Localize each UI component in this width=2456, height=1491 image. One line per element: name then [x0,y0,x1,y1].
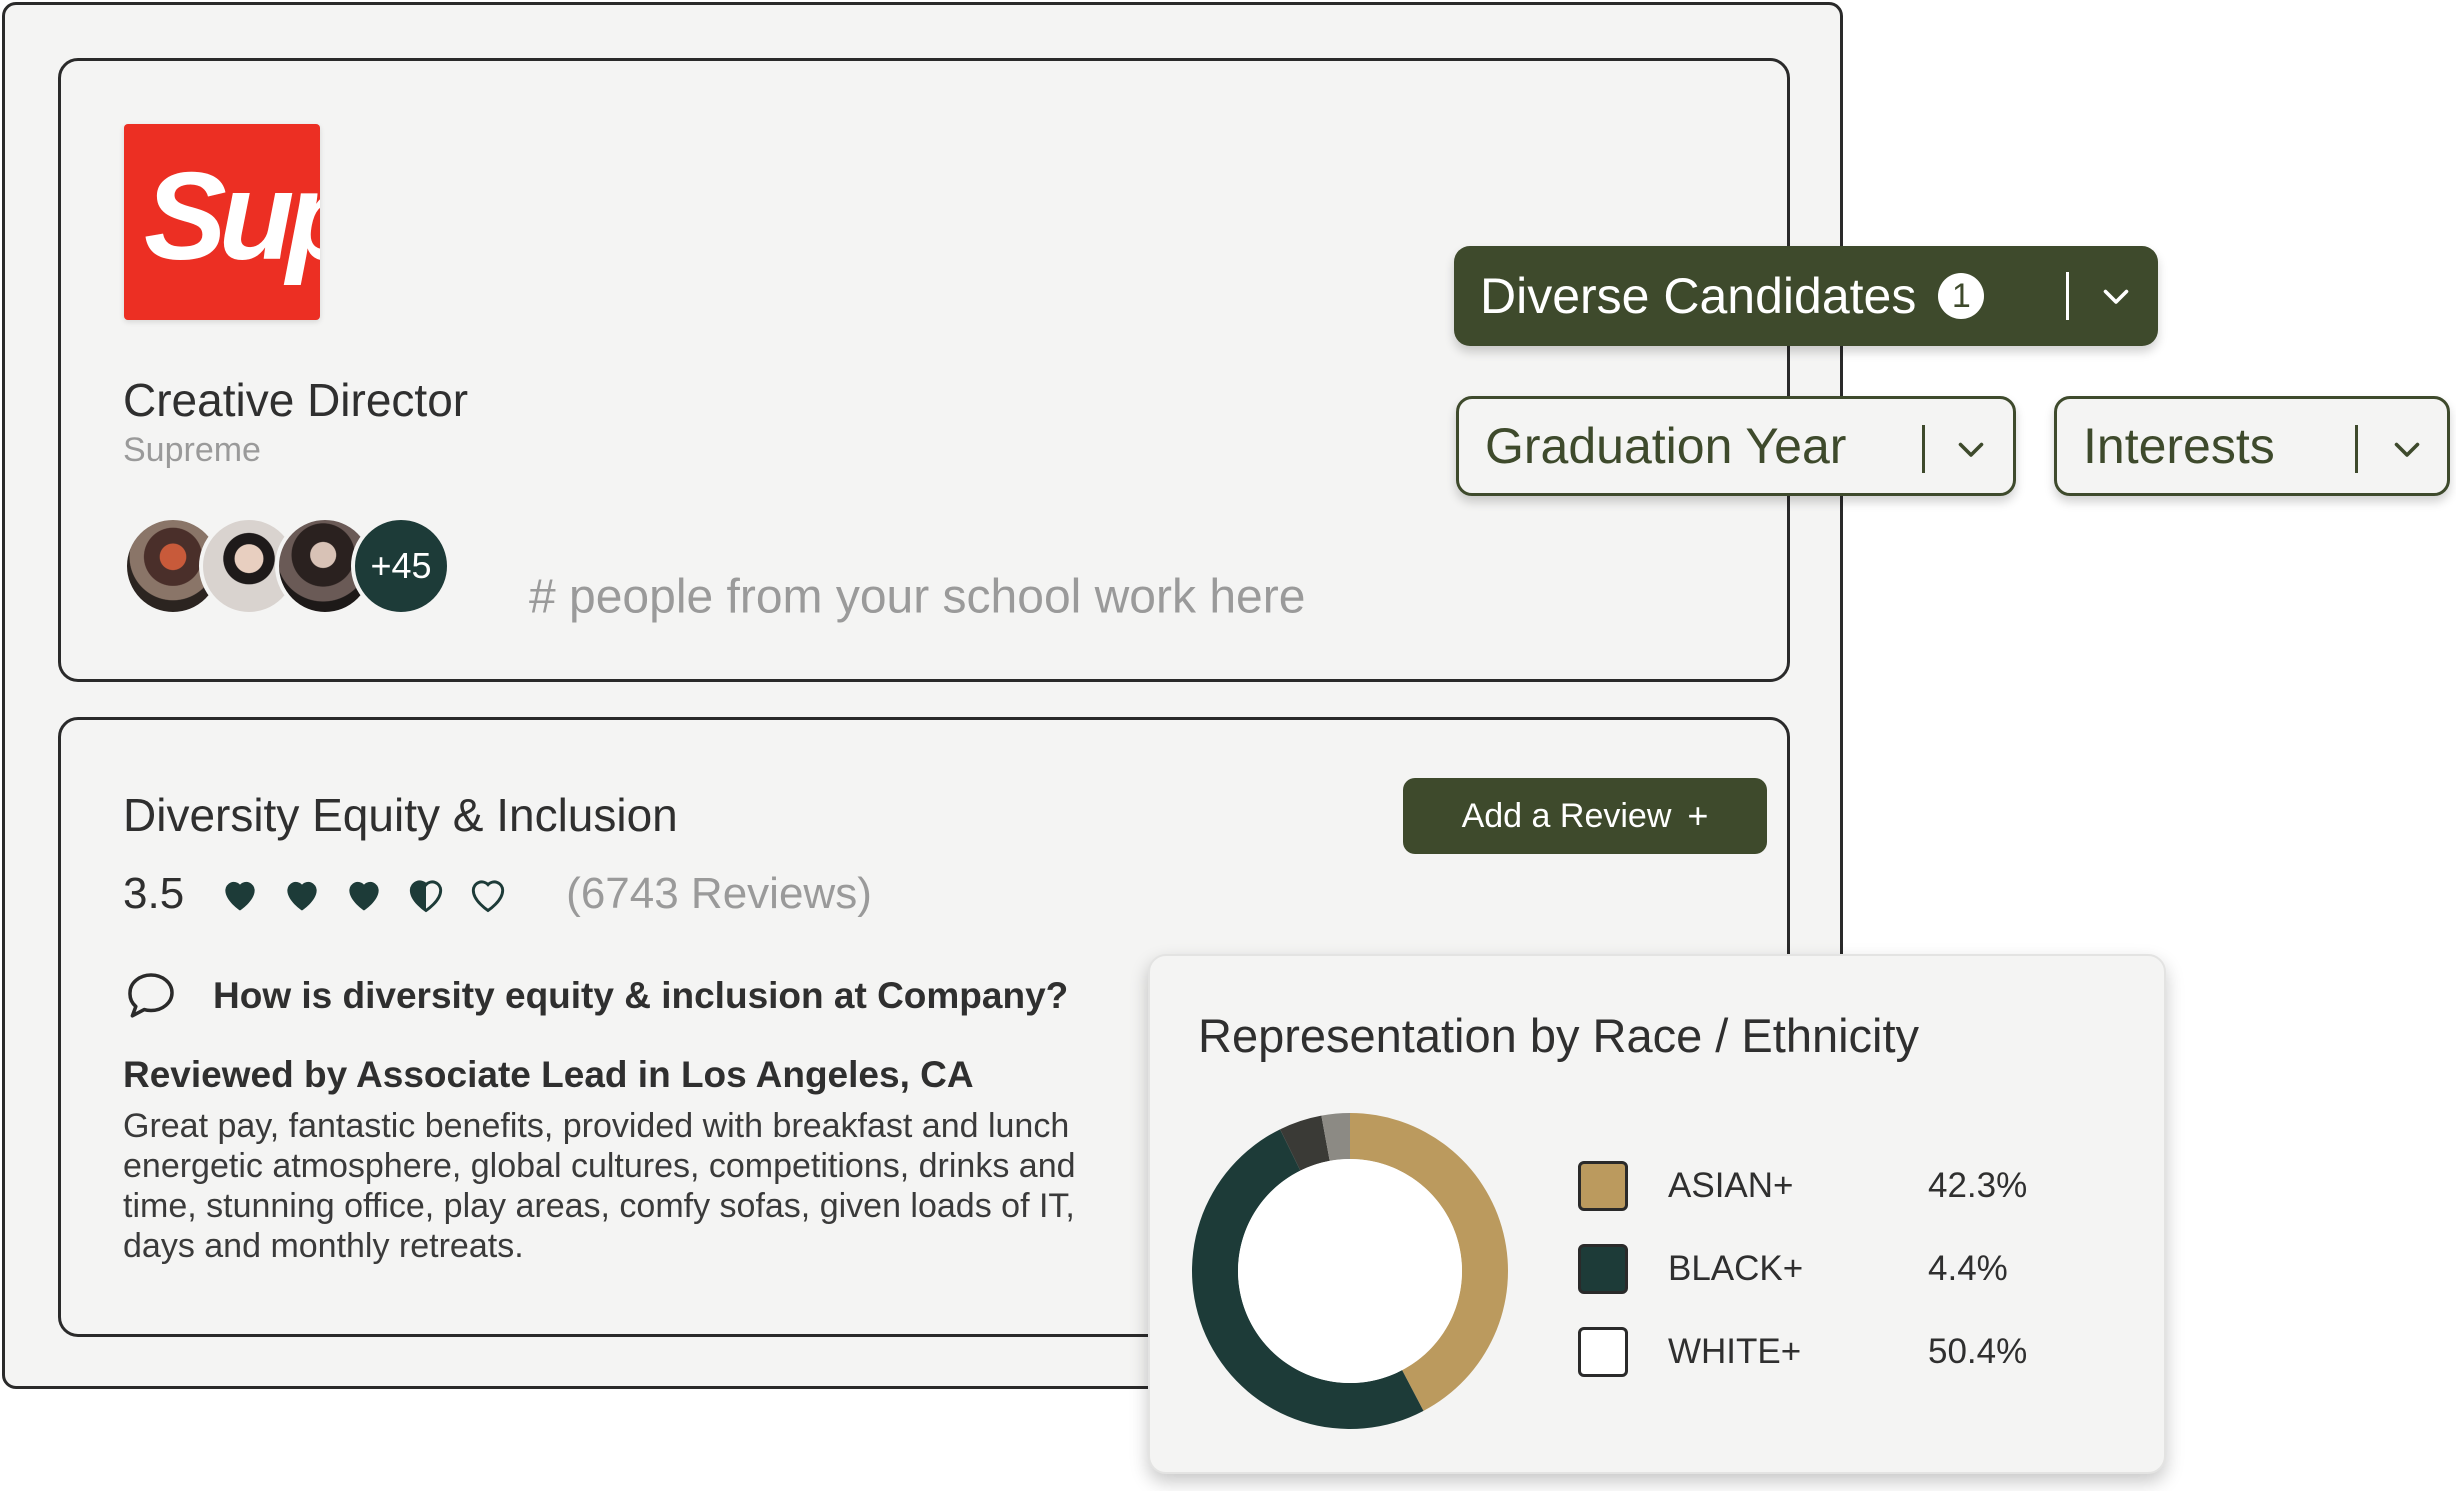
graduation-year-dropdown[interactable]: Graduation Year [1456,396,2016,496]
legend-swatch [1578,1327,1628,1377]
legend-value: 50.4% [1928,1332,2028,1371]
company-name[interactable]: Supreme [123,431,261,470]
rating-value: 3.5 [123,869,185,918]
add-review-button[interactable]: Add a Review + [1403,778,1767,854]
plus-icon: + [1687,795,1709,836]
job-title: Creative Director [123,374,469,426]
add-review-label: Add a Review [1461,796,1672,835]
heart-full-icon [349,881,379,911]
legend-swatch [1578,1161,1628,1211]
donut-chart [1192,1113,1508,1429]
rating-row: 3.5 (6743 Reviews) [123,864,872,924]
job-profile-card: Sup Creative Director Supreme +45 # peop… [58,58,1790,682]
interests-dropdown[interactable]: Interests [2054,396,2450,496]
avatar-count-badge[interactable]: +45 [351,516,451,616]
legend-item-black: BLACK+ 4.4% [1578,1244,2058,1294]
heart-empty-icon [472,880,505,913]
review-body-text: Great pay, fantastic benefits, provided … [123,1107,1076,1265]
dei-section-title: Diversity Equity & Inclusion [123,789,678,841]
review-count[interactable]: (6743 Reviews) [566,869,872,919]
diverse-candidates-label: Diverse Candidates [1480,268,1917,324]
diverse-candidates-dropdown[interactable]: Diverse Candidates 1 [1454,246,2158,346]
reviewer-heading: Reviewed by Associate Lead in Los Angele… [123,1054,974,1095]
legend-item-white: WHITE+ 50.4% [1578,1327,2058,1377]
legend-swatch [1578,1244,1628,1294]
dropdown-divider [2066,272,2069,320]
heart-full-icon [287,881,317,911]
legend-label: ASIAN+ [1668,1166,1794,1205]
representation-chart-card: Representation by Race / Ethnicity ASIAN… [1148,954,2166,1474]
legend-value: 4.4% [1928,1249,2008,1288]
legend-label: WHITE+ [1668,1332,1802,1371]
avatar-stack[interactable]: +45 [123,516,463,616]
chart-title: Representation by Race / Ethnicity [1198,1009,1920,1062]
chevron-down-icon[interactable] [2389,431,2425,467]
donut-hole [1238,1159,1462,1383]
dropdown-divider [2355,425,2358,473]
heart-half-icon [410,880,443,913]
interests-label: Interests [2083,418,2275,474]
speech-bubble-icon [128,973,174,1018]
legend-label: BLACK+ [1668,1249,1804,1288]
legend-item-asian: ASIAN+ 42.3% [1578,1161,2058,1211]
dropdown-divider [1922,425,1925,473]
review-question: How is diversity equity & inclusion at C… [123,968,1068,1024]
company-logo: Sup [124,124,320,320]
legend-value: 42.3% [1928,1166,2028,1205]
chevron-down-icon[interactable] [2098,278,2134,314]
review-question-text: How is diversity equity & inclusion at C… [213,975,1069,1016]
chevron-down-icon[interactable] [1953,431,1989,467]
selection-count-badge: 1 [1938,273,1985,319]
graduation-year-label: Graduation Year [1485,418,1847,474]
heart-full-icon [225,881,255,911]
company-logo-text: Sup [144,148,320,286]
school-connections-text: # people from your school work here [529,570,1306,624]
